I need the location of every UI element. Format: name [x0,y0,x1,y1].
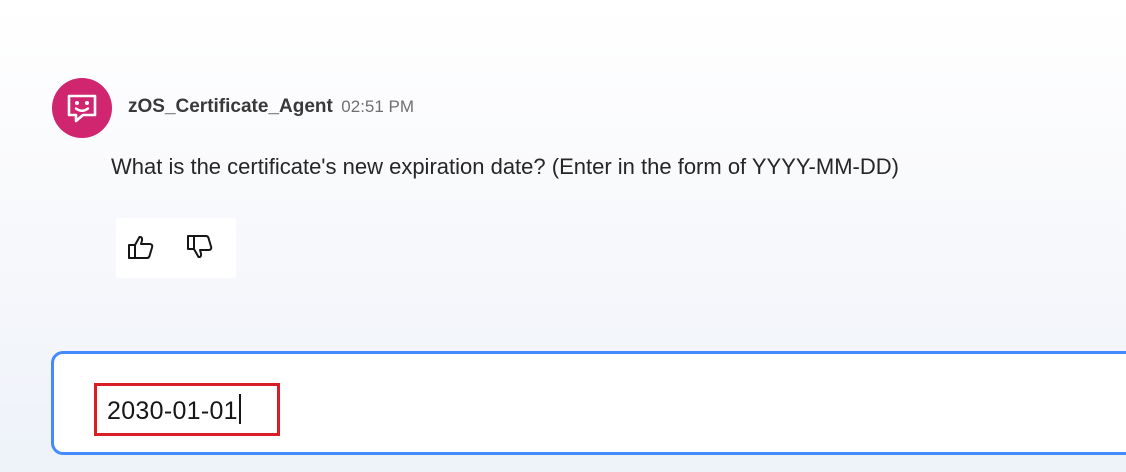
thumbs-up-button[interactable] [125,231,157,263]
text-caret [238,394,241,424]
thumbs-up-icon [128,235,154,259]
feedback-bar [116,218,236,278]
thumbs-down-button[interactable] [184,231,216,263]
message-text: What is the certificate's new expiration… [111,154,899,179]
thumbs-down-icon [187,235,213,259]
message-timestamp: 02:51 PM [341,97,415,116]
sender-name: zOS_Certificate_Agent [128,96,333,117]
chat-input-field[interactable]: 2030-01-01 [107,394,241,426]
chat-input[interactable]: 2030-01-01 [51,351,1126,455]
agent-avatar [52,78,112,138]
chat-bot-icon [67,94,97,123]
message-header: zOS_Certificate_Agent 02:51 PM [128,96,414,118]
chat-input-value: 2030-01-01 [107,397,238,425]
